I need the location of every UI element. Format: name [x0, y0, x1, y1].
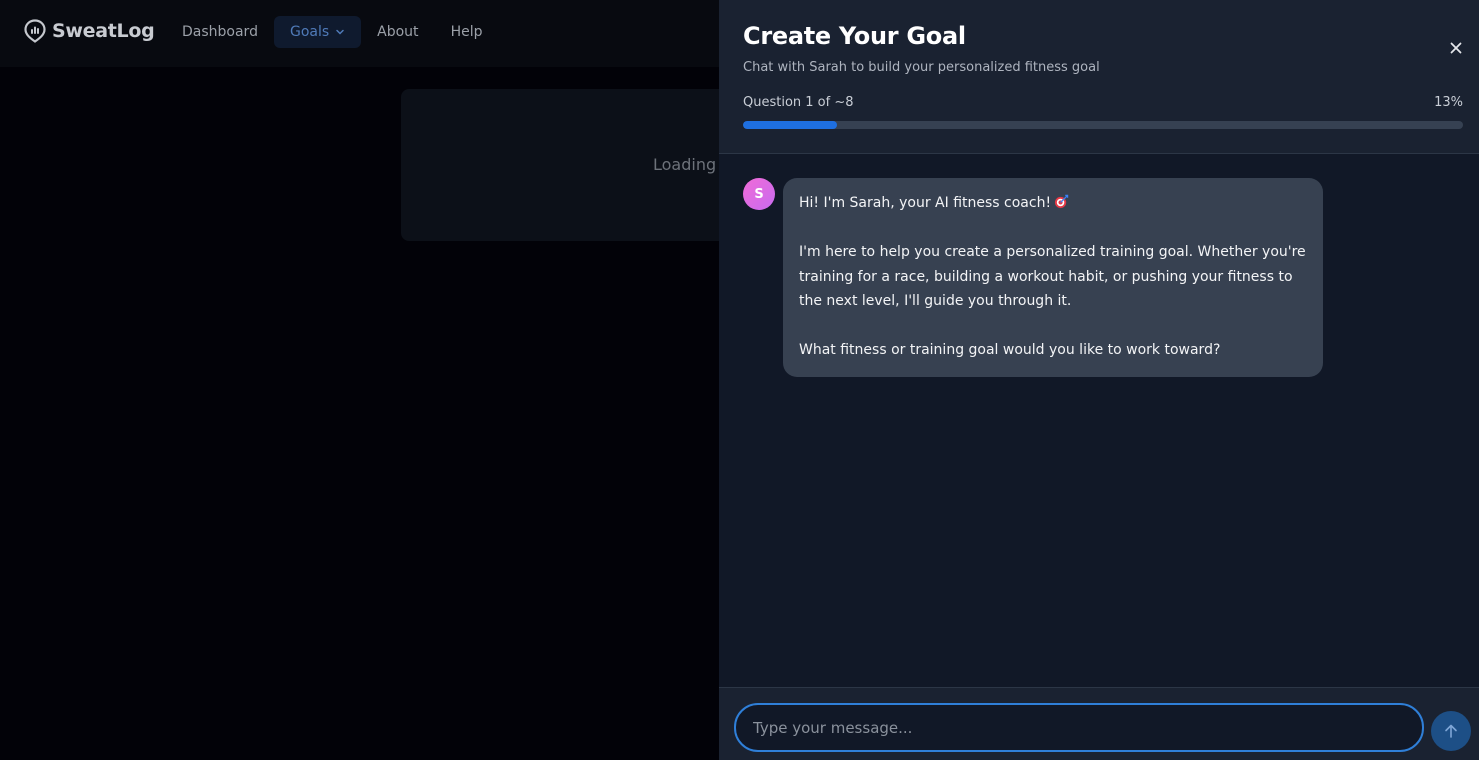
chat-message: S Hi! I'm Sarah, your AI fitness coach! … — [743, 178, 1323, 377]
sweatlog-logo-icon — [24, 19, 46, 43]
progress-percent: 13% — [1434, 95, 1463, 110]
close-icon — [1450, 42, 1462, 54]
message-paragraph: Hi! I'm Sarah, your AI fitness coach! — [799, 191, 1307, 216]
message-paragraph: I'm here to help you create a personaliz… — [799, 244, 1306, 309]
dart-target-icon — [1055, 194, 1069, 209]
arrow-up-icon — [1445, 724, 1457, 738]
close-button[interactable] — [1446, 38, 1466, 58]
message-composer — [719, 687, 1479, 760]
brand-name: SweatLog — [52, 20, 155, 42]
panel-header: Create Your Goal Chat with Sarah to buil… — [719, 0, 1479, 154]
send-button[interactable] — [1431, 711, 1471, 751]
message-bubble: Hi! I'm Sarah, your AI fitness coach! I'… — [783, 178, 1323, 377]
nav-goals[interactable]: Goals — [273, 16, 362, 48]
progress-bar-fill — [743, 121, 837, 129]
nav-goals-label: Goals — [289, 24, 330, 40]
nav-about-label: About — [377, 24, 419, 40]
brand-logo[interactable]: SweatLog — [24, 19, 155, 43]
nav-about[interactable]: About — [361, 16, 434, 48]
progress-label: Question 1 of ~8 — [743, 95, 854, 110]
chevron-down-icon — [336, 29, 344, 35]
create-goal-panel: Create Your Goal Chat with Sarah to buil… — [719, 0, 1479, 760]
panel-title: Create Your Goal — [743, 22, 966, 50]
nav-dashboard[interactable]: Dashboard — [166, 16, 274, 48]
avatar: S — [743, 178, 775, 210]
nav-dashboard-label: Dashboard — [182, 24, 258, 40]
progress-bar — [743, 121, 1463, 129]
nav-help-label: Help — [450, 24, 483, 40]
message-input[interactable] — [734, 703, 1424, 752]
panel-subtitle: Chat with Sarah to build your personaliz… — [743, 60, 1100, 75]
message-paragraph: What fitness or training goal would you … — [799, 342, 1221, 358]
nav-help[interactable]: Help — [435, 16, 499, 48]
message-text: Hi! I'm Sarah, your AI fitness coach! — [799, 195, 1052, 211]
main-nav: Dashboard Goals About Help — [166, 16, 498, 48]
chat-messages[interactable]: S Hi! I'm Sarah, your AI fitness coach! … — [719, 155, 1479, 687]
